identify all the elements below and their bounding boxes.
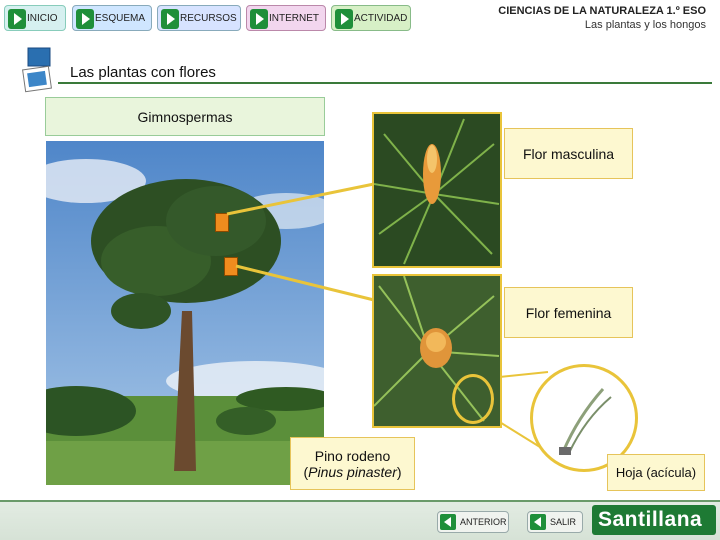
female-flower-label: Flor femenina — [504, 287, 633, 338]
tree-name-common: Pino rodeno — [314, 447, 391, 464]
exit-button[interactable]: SALIR — [527, 511, 583, 533]
play-back-icon — [440, 514, 456, 530]
play-back-icon — [530, 514, 546, 530]
tree-name-scientific-wrap: (Pinus pinaster) — [303, 463, 402, 480]
tree-name-latin: Pinus pinaster — [308, 463, 397, 480]
male-flower-label: Flor masculina — [504, 128, 633, 179]
male-flower-photo — [372, 112, 502, 268]
leaf-highlight-circle — [452, 374, 494, 424]
brand-name: Santillana — [598, 508, 703, 531]
tree-name-label: Pino rodeno (Pinus pinaster) — [290, 437, 415, 490]
footer-divider — [0, 500, 720, 502]
prev-button[interactable]: ANTERIOR — [437, 511, 509, 533]
leaf-label: Hoja (acícula) — [607, 454, 705, 491]
exit-label: SALIR — [550, 517, 577, 527]
prev-label: ANTERIOR — [460, 517, 507, 527]
